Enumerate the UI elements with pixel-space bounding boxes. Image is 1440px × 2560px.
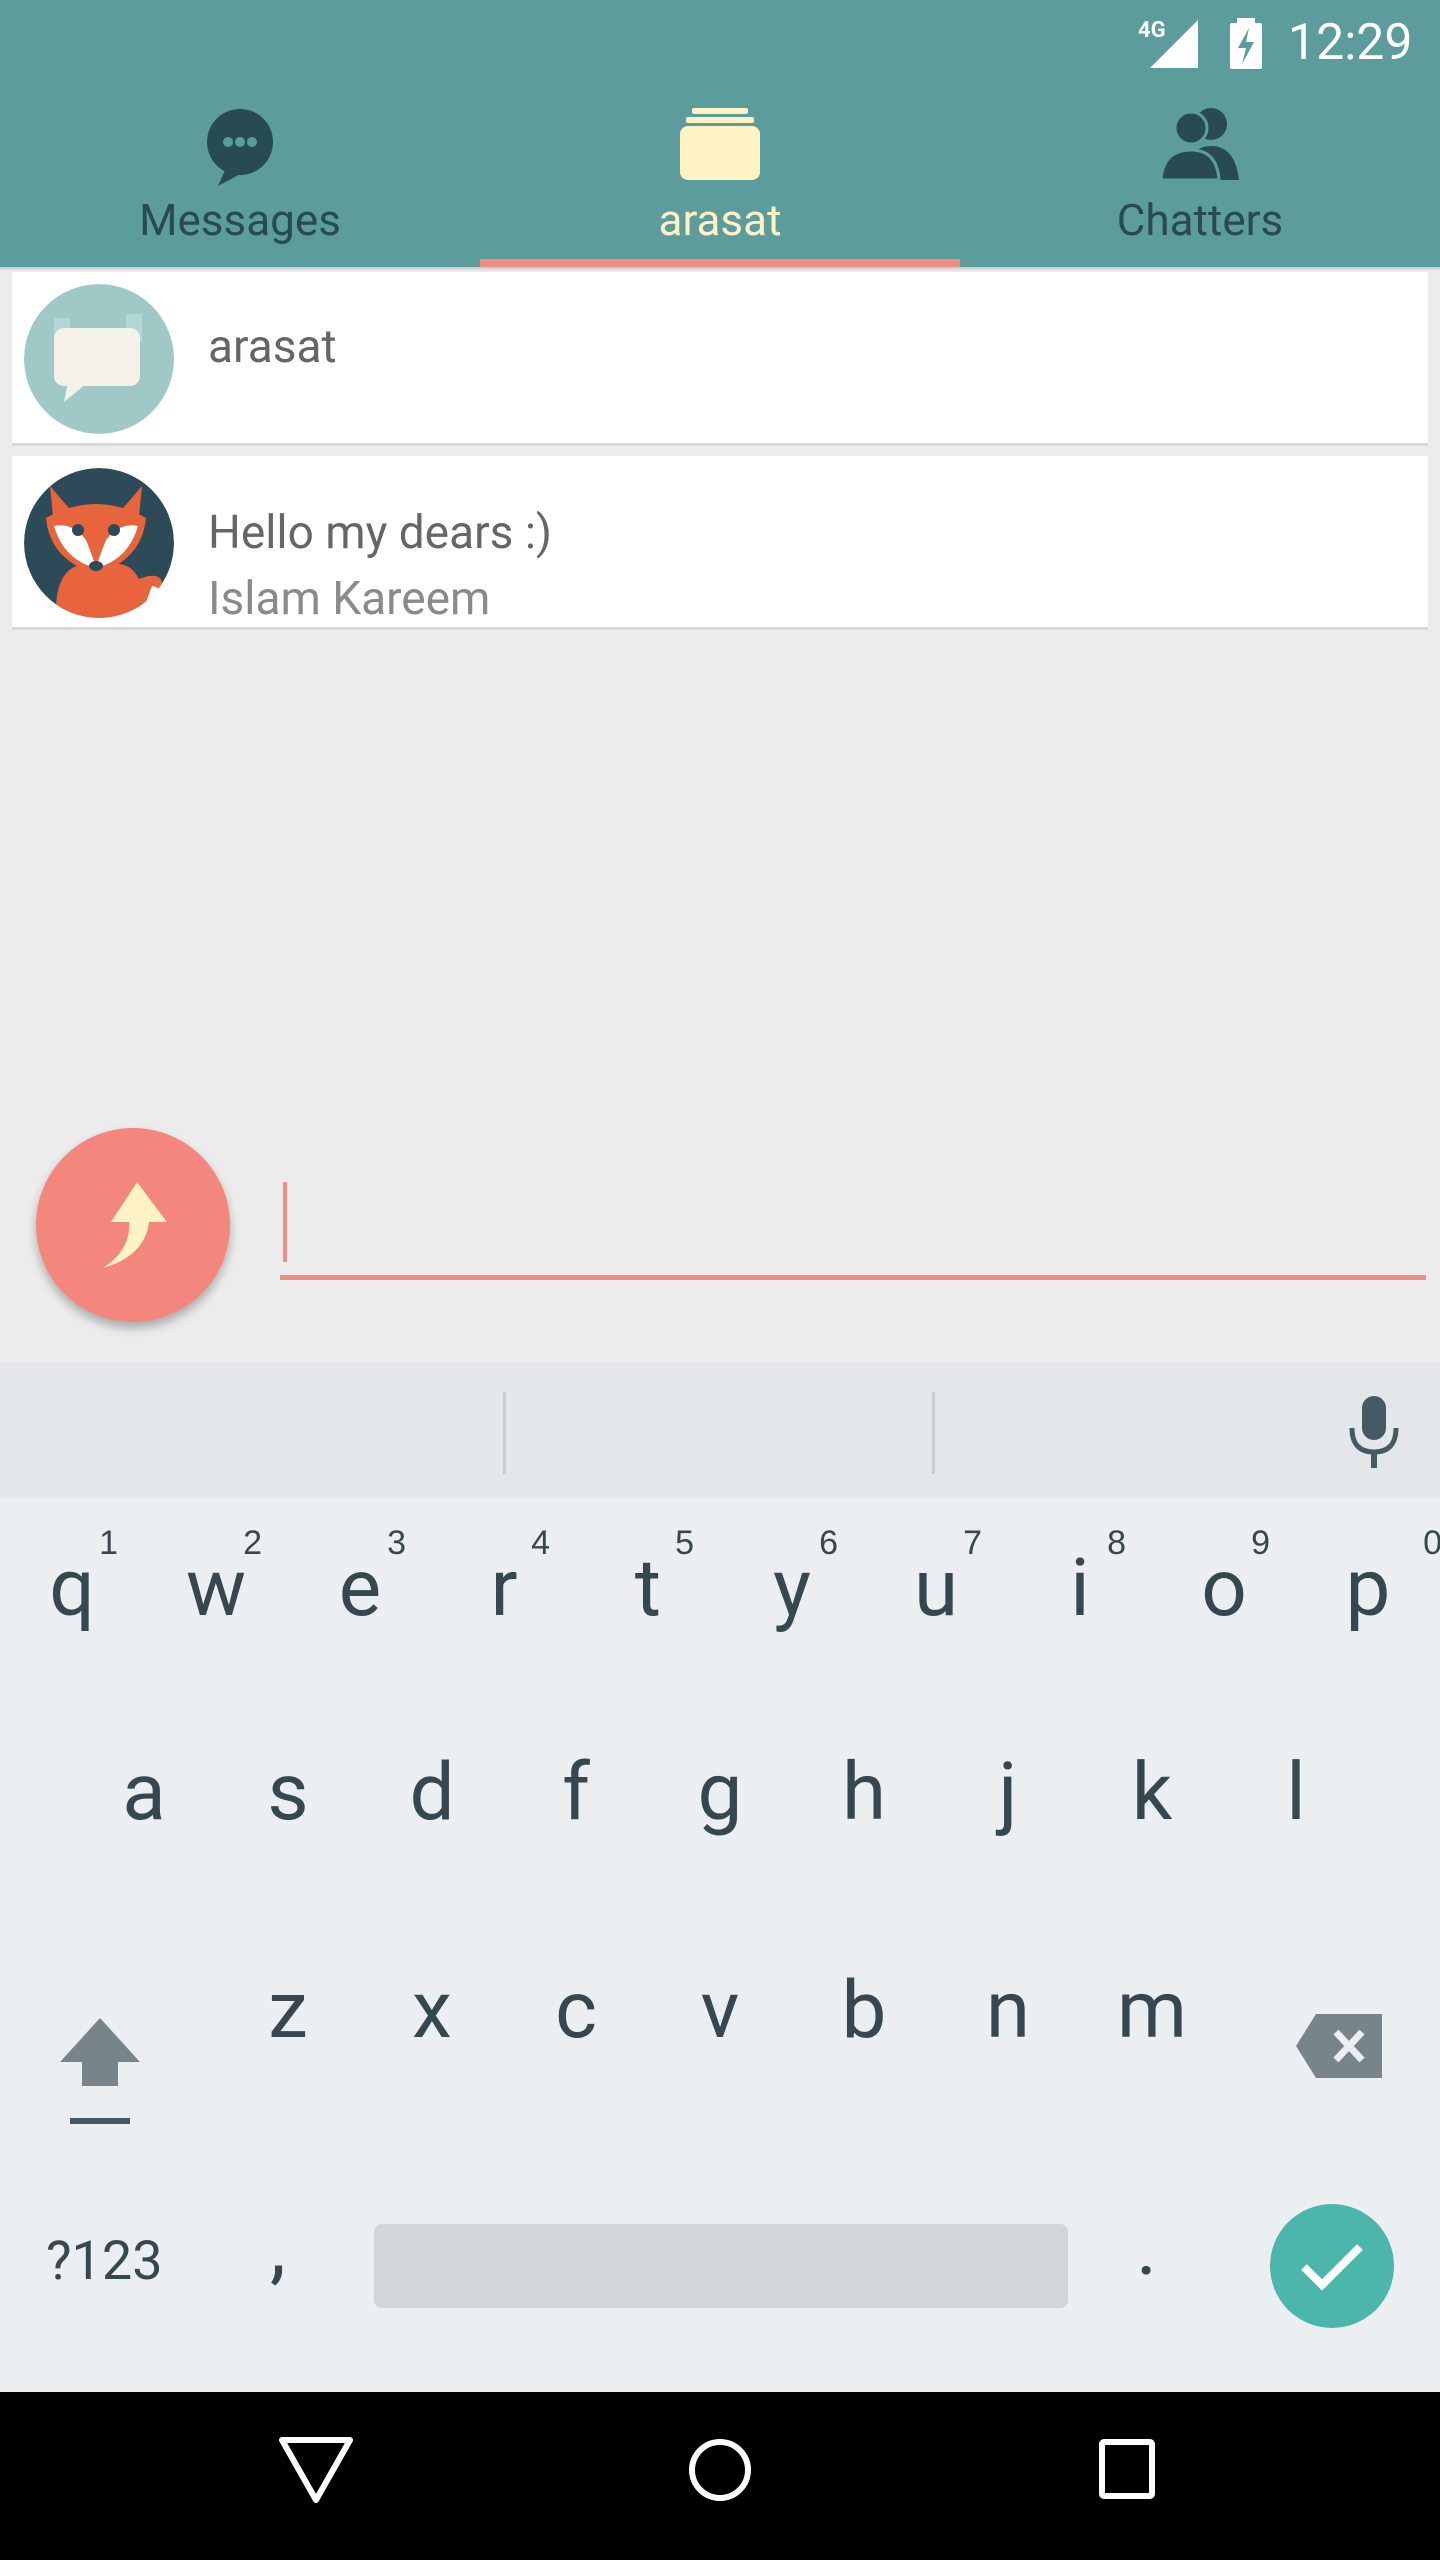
active-tab-indicator [480,259,960,267]
key-b[interactable]: b [792,1946,936,2076]
key-char: r [490,1541,518,1635]
key-l[interactable]: l [1224,1728,1368,1858]
tab-arasat-label: arasat [658,194,782,246]
key-char: s [267,1745,309,1839]
key-char: k [1131,1745,1173,1839]
key-char: g [697,1745,743,1839]
key-w[interactable]: 2w [144,1524,288,1654]
key-v[interactable]: v [648,1946,792,2076]
key-y[interactable]: 6y [720,1524,864,1654]
key-char: p [1345,1541,1391,1635]
list-item-title: arasat [208,320,337,374]
key-char: j [998,1745,1018,1839]
message-author: Islam Kareem [208,572,491,626]
key-char: l [1286,1745,1306,1839]
checkmark-icon [1301,2244,1363,2291]
microphone-icon[interactable] [1346,1394,1402,1470]
key-z[interactable]: z [216,1946,360,2076]
key-a[interactable]: a [72,1728,216,1858]
comma-key[interactable]: , [270,2200,286,2294]
fox-avatar [24,468,174,618]
key-char: x [412,1963,452,2057]
send-button[interactable] [36,1128,230,1322]
battery-charging-icon [1230,18,1262,69]
key-t[interactable]: 5t [576,1524,720,1654]
backspace-icon[interactable] [1296,2014,1382,2078]
key-char: u [913,1541,959,1635]
tab-chatters[interactable]: Chatters [960,96,1440,267]
symbols-key[interactable]: ?123 [46,2230,163,2293]
system-nav-bar [0,2392,1440,2560]
header-shadow [0,267,1440,271]
key-c[interactable]: c [504,1946,648,2076]
key-o[interactable]: 9o [1152,1524,1296,1654]
text-cursor [283,1182,287,1262]
tab-chatters-label: Chatters [1116,194,1284,246]
shift-key[interactable] [52,2012,148,2128]
key-char: b [841,1963,887,2057]
key-char: e [338,1541,382,1635]
key-k[interactable]: k [1080,1728,1224,1858]
key-char: f [562,1745,590,1839]
key-char: m [1116,1963,1188,2057]
key-char: v [700,1963,740,2057]
key-r[interactable]: 4r [432,1524,576,1654]
tab-arasat[interactable]: arasat [480,96,960,267]
key-char: d [409,1745,455,1839]
key-char: o [1201,1541,1247,1635]
tab-bar: Messages arasat Chatters [0,96,1440,267]
list-item[interactable]: Hello my dears :) Islam Kareem [12,456,1428,630]
message-input[interactable] [280,1170,1426,1280]
key-i[interactable]: 8i [1008,1524,1152,1654]
key-d[interactable]: d [360,1728,504,1858]
status-bar: 4G 12:29 [0,0,1440,90]
key-char: h [841,1745,887,1839]
key-p[interactable]: 0p [1296,1524,1440,1654]
stack-icon [680,108,760,180]
period-key[interactable]: . [1136,2200,1157,2294]
key-x[interactable]: x [360,1946,504,2076]
key-e[interactable]: 3e [288,1524,432,1654]
tab-messages-label: Messages [139,194,341,246]
key-g[interactable]: g [648,1728,792,1858]
key-char: a [122,1745,166,1839]
chat-bubble-icon [207,109,273,186]
key-m[interactable]: m [1080,1946,1224,2076]
key-char: z [268,1963,308,2057]
key-char: c [555,1963,597,2057]
key-s[interactable]: s [216,1728,360,1858]
tab-messages[interactable]: Messages [0,96,480,267]
arrow-up-icon [103,1182,167,1268]
key-q[interactable]: 1q [0,1524,144,1654]
suggestion-divider [932,1392,935,1474]
suggestion-divider [503,1392,506,1474]
key-f[interactable]: f [504,1728,648,1858]
clock: 12:29 [1288,14,1413,72]
key-n[interactable]: n [936,1946,1080,2076]
key-char: n [985,1963,1031,2057]
back-icon[interactable] [276,2432,356,2508]
key-char: t [634,1541,662,1635]
app-header: 4G 12:29 Messages arasat Chatters [0,0,1440,267]
key-char: w [185,1541,247,1635]
chat-room-avatar [24,284,174,434]
list-item[interactable]: arasat [12,272,1428,446]
recents-icon[interactable] [1096,2432,1158,2508]
key-h[interactable]: h [792,1728,936,1858]
people-icon [1159,108,1239,180]
space-bar[interactable] [374,2224,1068,2308]
enter-key[interactable] [1270,2204,1394,2328]
key-char: y [773,1541,811,1635]
key-u[interactable]: 7u [864,1524,1008,1654]
message-text: Hello my dears :) [208,506,552,560]
key-char: q [49,1541,95,1635]
key-char: i [1070,1541,1090,1635]
home-icon[interactable] [686,2432,754,2508]
key-j[interactable]: j [936,1728,1080,1858]
signal-icon [1150,20,1198,68]
suggestion-strip [0,1362,1440,1498]
